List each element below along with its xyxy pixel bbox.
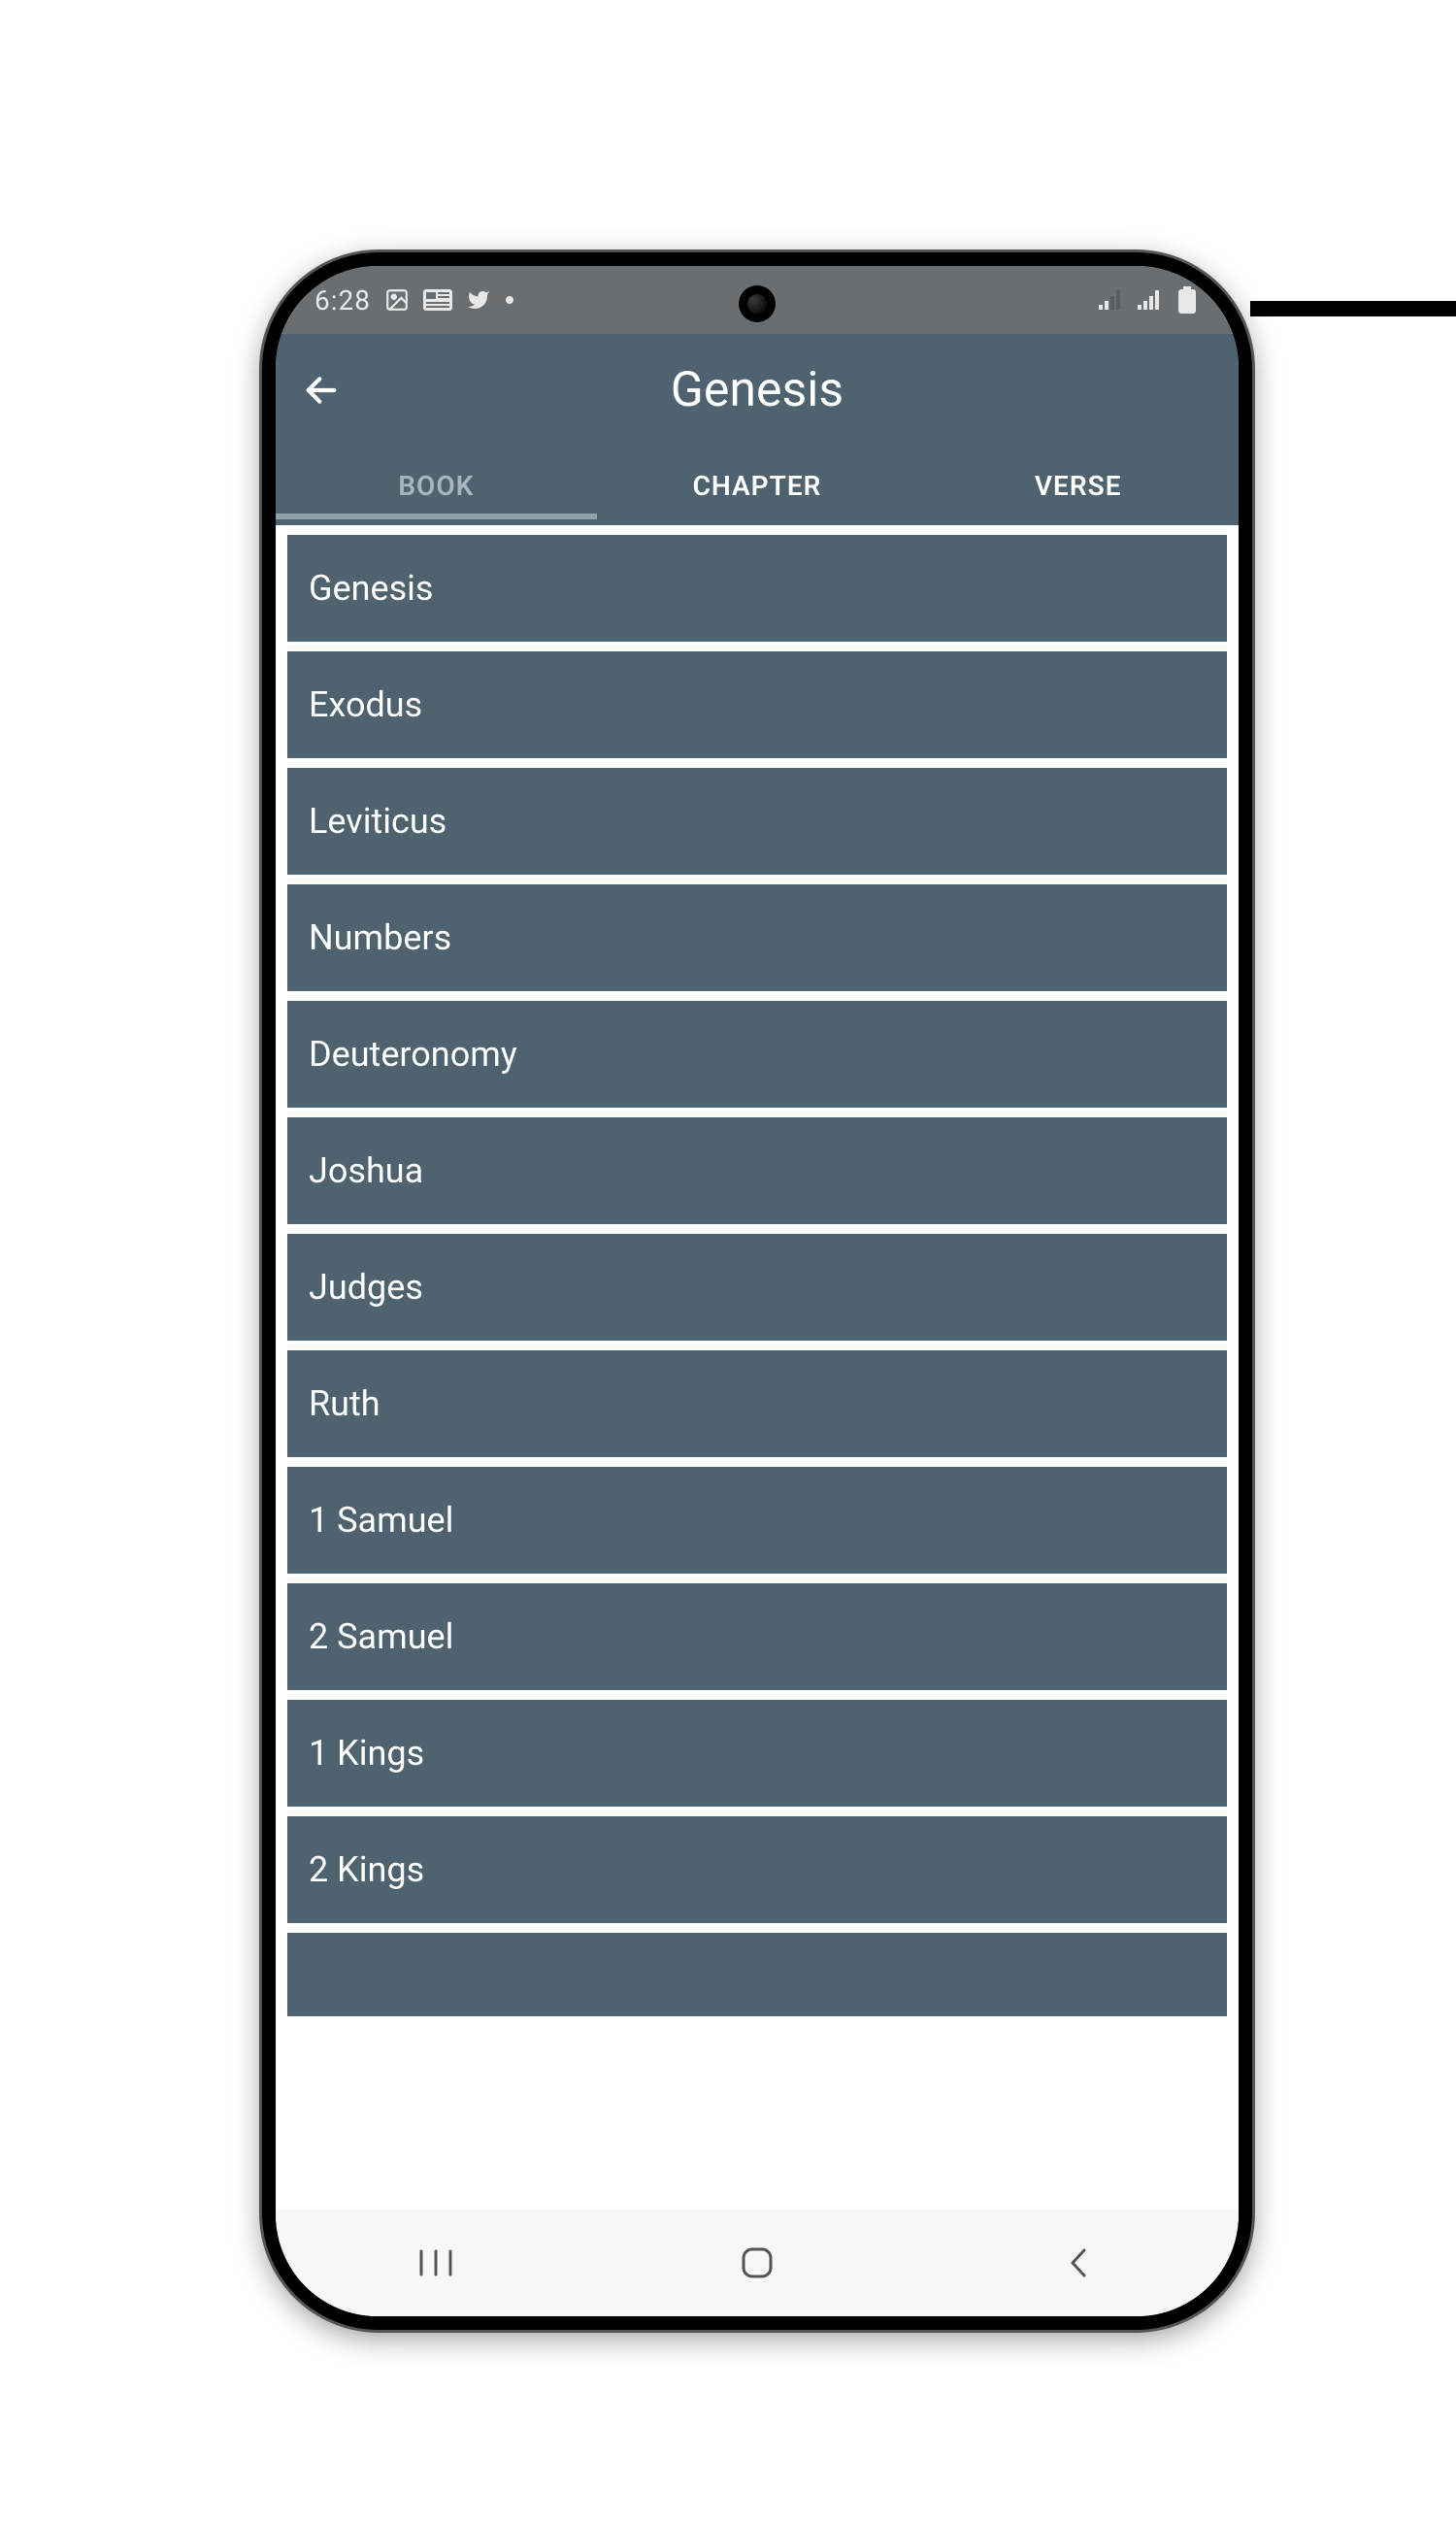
phone-screen: 6:28 [276, 266, 1239, 2316]
list-item[interactable]: Deuteronomy [285, 999, 1229, 1110]
list-item-label [309, 1966, 317, 2007]
tab-bar: BOOK CHAPTER VERSE [276, 446, 1239, 525]
status-time: 6:28 [314, 284, 371, 316]
list-item-label: Exodus [309, 684, 422, 725]
nav-back-button[interactable] [1030, 2234, 1127, 2292]
list-item[interactable]: 2 Samuel [285, 1581, 1229, 1692]
list-item[interactable]: 1 Samuel [285, 1465, 1229, 1576]
list-item[interactable]: Numbers [285, 882, 1229, 993]
battery-icon [1175, 285, 1200, 315]
list-item[interactable]: Ruth [285, 1348, 1229, 1459]
list-item[interactable]: Exodus [285, 649, 1229, 760]
list-item[interactable]: 2 Kings [285, 1814, 1229, 1925]
tab-label: VERSE [1035, 470, 1122, 502]
tab-label: BOOK [398, 470, 474, 502]
list-item-label: 2 Samuel [309, 1616, 453, 1657]
list-item-label: Deuteronomy [309, 1034, 517, 1075]
device-cable [1250, 301, 1456, 316]
list-item-label: Judges [309, 1267, 423, 1308]
list-item-label: 2 Kings [309, 1849, 424, 1890]
list-item[interactable]: 1 Kings [285, 1698, 1229, 1809]
list-item-label: Genesis [309, 568, 434, 609]
tab-verse[interactable]: VERSE [917, 470, 1239, 502]
list-item[interactable] [285, 1931, 1229, 2016]
list-item-label: Leviticus [309, 801, 447, 842]
list-item-label: Joshua [309, 1150, 423, 1191]
list-item-label: Ruth [309, 1383, 381, 1424]
nav-home-button[interactable] [709, 2234, 806, 2292]
list-item[interactable]: Leviticus [285, 766, 1229, 877]
phone-frame: 6:28 [262, 252, 1252, 2330]
status-right [1097, 285, 1200, 315]
chevron-left-icon [1067, 2246, 1090, 2279]
list-item-label: 1 Samuel [309, 1500, 453, 1541]
list-item[interactable]: Joshua [285, 1115, 1229, 1226]
dot-icon [505, 285, 514, 315]
list-item[interactable]: Judges [285, 1232, 1229, 1343]
recents-icon [419, 2249, 452, 2276]
list-item-label: 1 Kings [309, 1733, 424, 1774]
news-icon [423, 285, 452, 315]
list-item[interactable]: Genesis [285, 533, 1229, 644]
tab-book[interactable]: BOOK [276, 470, 597, 502]
home-icon [741, 2246, 774, 2279]
nav-recents-button[interactable] [387, 2234, 484, 2292]
signal-icon [1136, 285, 1165, 315]
back-arrow-icon [302, 371, 341, 410]
system-navbar [276, 2209, 1239, 2316]
app-header: Genesis [276, 334, 1239, 446]
page-title: Genesis [671, 362, 844, 418]
tab-chapter[interactable]: CHAPTER [597, 470, 918, 502]
status-left: 6:28 [314, 284, 514, 316]
image-icon [382, 285, 412, 315]
camera-hole [739, 285, 776, 322]
back-button[interactable] [297, 366, 346, 415]
book-list[interactable]: Genesis Exodus Leviticus Numbers Deutero… [276, 525, 1239, 2209]
signal-weak-icon [1097, 285, 1126, 315]
list-item-label: Numbers [309, 917, 451, 958]
tab-label: CHAPTER [693, 470, 822, 502]
twitter-icon [464, 285, 493, 315]
